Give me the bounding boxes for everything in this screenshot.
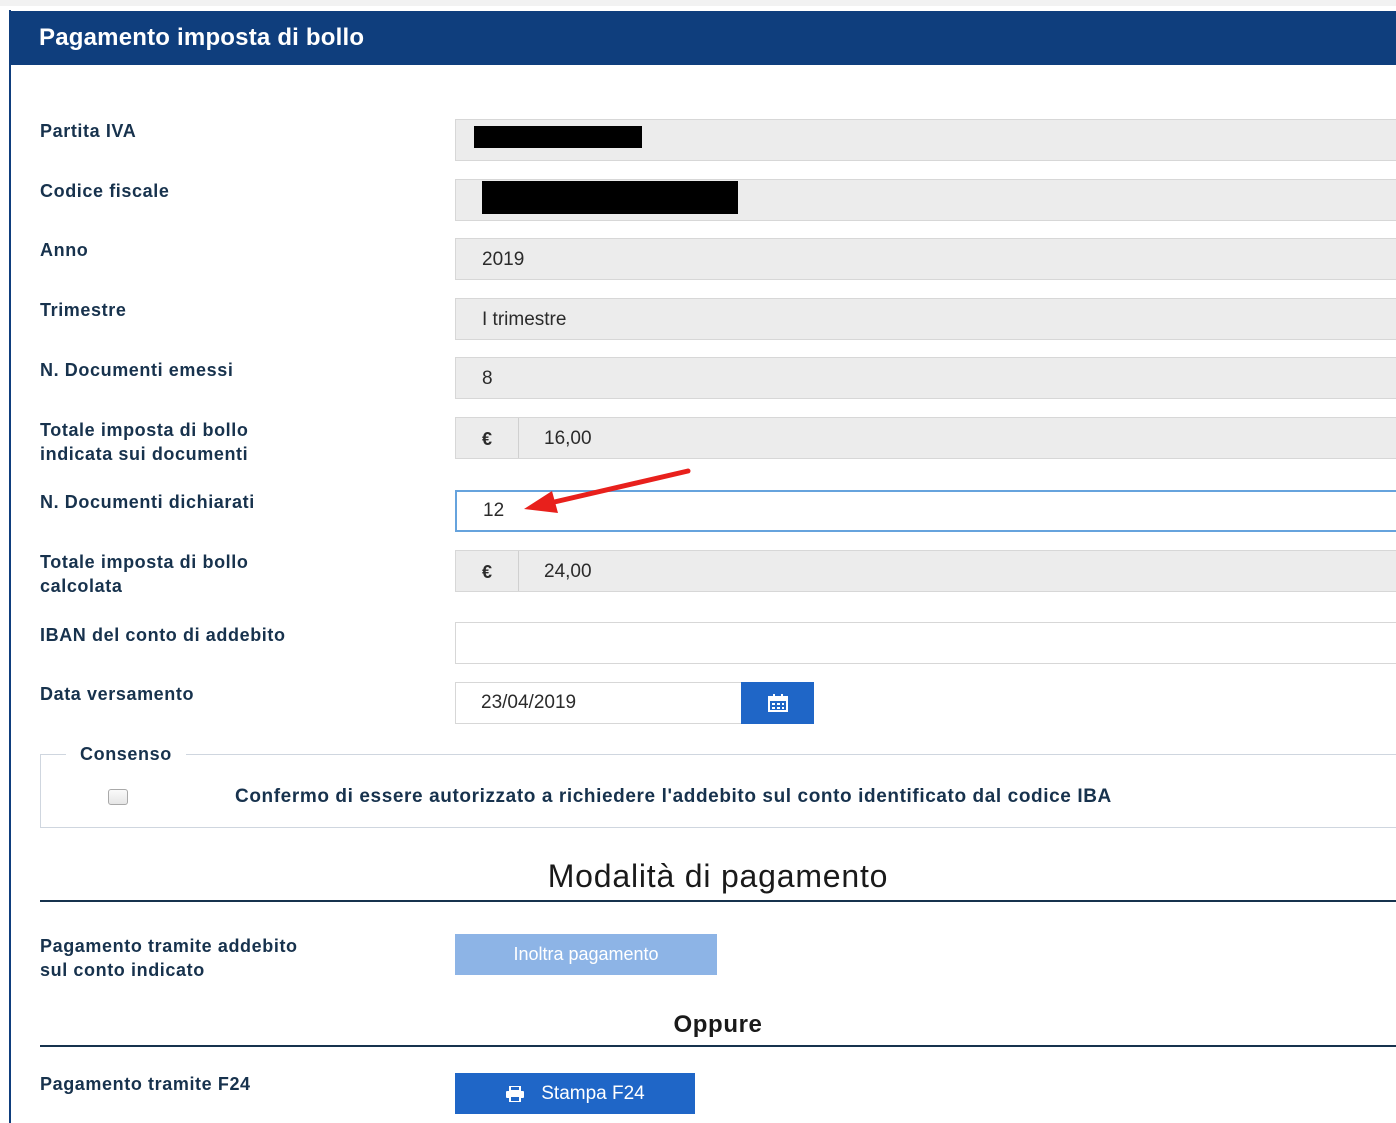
partita-iva-label: Partita IVA [40, 121, 137, 141]
totale-calcolata-label-line2: calcolata [40, 576, 123, 596]
section-divider [40, 900, 1396, 902]
euro-addon: € [456, 418, 519, 458]
documenti-dichiarati-label: N. Documenti dichiarati [40, 492, 255, 512]
documenti-emessi-field: 8 [455, 357, 1396, 399]
annotation-arrow [524, 468, 691, 513]
data-versamento-input[interactable]: 23/04/2019 [455, 682, 742, 724]
anno-label: Anno [40, 240, 89, 260]
redaction-bar [482, 181, 738, 214]
stampa-f24-button[interactable]: Stampa F24 [455, 1073, 695, 1114]
documenti-emessi-label: N. Documenti emessi [40, 360, 234, 380]
consenso-legend: Consenso [66, 742, 186, 766]
redaction-bar [474, 126, 642, 148]
top-border [0, 0, 1396, 6]
oppure-heading: Oppure [673, 1011, 763, 1038]
panel-left-border [9, 10, 11, 1123]
addebito-label-line2: sul conto indicato [40, 960, 205, 980]
consenso-text: Confermo di essere autorizzato a richied… [235, 786, 1112, 807]
f24-label: Pagamento tramite F24 [40, 1074, 251, 1094]
consenso-checkbox[interactable] [108, 789, 128, 805]
euro-addon: € [456, 551, 519, 591]
codice-fiscale-field [455, 179, 1396, 221]
modalita-title: Modalità di pagamento [547, 858, 889, 894]
totale-indicata-value: 16,00 [544, 428, 592, 449]
section-divider [40, 1045, 1396, 1047]
totale-indicata-label-line1: Totale imposta di bollo [40, 420, 249, 440]
data-versamento-label: Data versamento [40, 684, 195, 704]
totale-indicata-field: € 16,00 [455, 417, 1396, 459]
totale-calcolata-field: € 24,00 [455, 550, 1396, 592]
iban-label: IBAN del conto di addebito [40, 625, 286, 645]
totale-indicata-label: Totale imposta di bollo indicata sui doc… [40, 418, 248, 466]
calendar-icon [767, 694, 788, 712]
codice-fiscale-label: Codice fiscale [40, 181, 170, 201]
trimestre-label: Trimestre [40, 300, 127, 320]
partita-iva-field [455, 119, 1396, 161]
iban-input[interactable] [455, 622, 1396, 664]
addebito-label-line1: Pagamento tramite addebito [40, 936, 298, 956]
totale-calcolata-label: Totale imposta di bollo calcolata [40, 550, 248, 598]
totale-calcolata-value: 24,00 [544, 561, 592, 582]
trimestre-field: I trimestre [455, 298, 1396, 340]
addebito-label: Pagamento tramite addebito sul conto ind… [40, 934, 298, 982]
totale-calcolata-label-line1: Totale imposta di bollo [40, 552, 249, 572]
inoltra-pagamento-button[interactable]: Inoltra pagamento [455, 934, 717, 975]
anno-field: 2019 [455, 238, 1396, 280]
calendar-button[interactable] [741, 682, 814, 724]
totale-indicata-label-line2: indicata sui documenti [40, 444, 249, 464]
print-icon [506, 1085, 525, 1102]
page-title: Pagamento imposta di bollo [11, 11, 1396, 65]
stampa-f24-label: Stampa F24 [541, 1083, 645, 1104]
